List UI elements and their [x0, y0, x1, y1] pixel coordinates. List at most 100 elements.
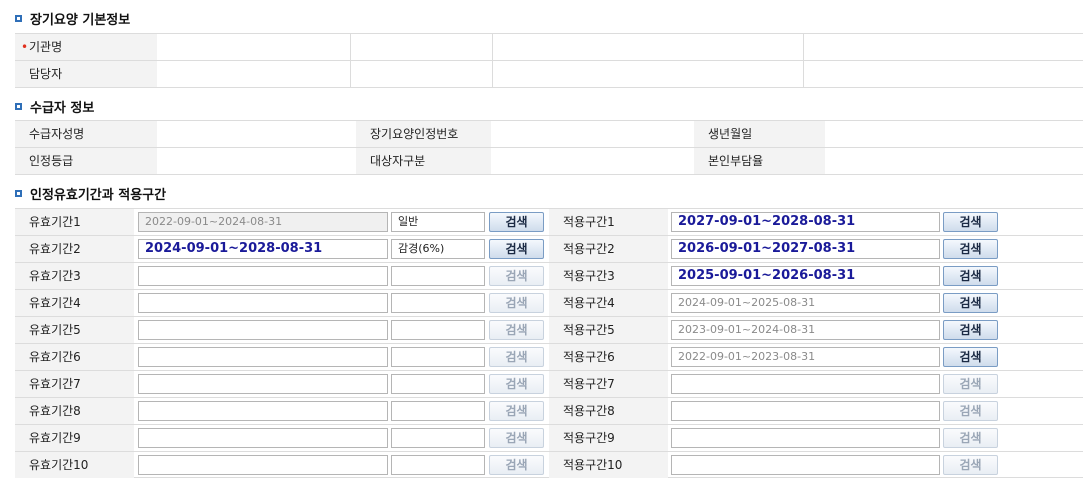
apply-label: 적용구간6	[549, 344, 668, 370]
apply-search-button[interactable]: 검색	[943, 401, 998, 421]
apply-search-button[interactable]: 검색	[943, 239, 998, 259]
apply-search-button[interactable]: 검색	[943, 347, 998, 367]
apply-value-input[interactable]	[671, 401, 940, 421]
period-search-button[interactable]: 검색	[489, 293, 544, 313]
apply-value-input[interactable]: 2026-09-01~2027-08-31	[671, 239, 940, 259]
period-search-button[interactable]: 검색	[489, 320, 544, 340]
period-value-input[interactable]: 2022-09-01~2024-08-31	[138, 212, 388, 232]
square-bullet-icon	[15, 102, 22, 110]
manager-row: 담당자	[15, 60, 1083, 88]
period-type-input[interactable]	[391, 374, 485, 394]
period-value-input[interactable]	[138, 374, 388, 394]
period-value-input[interactable]	[138, 293, 388, 313]
apply-search-button[interactable]: 검색	[943, 212, 998, 232]
period-label: 유효기간1	[15, 209, 134, 235]
name-label: 수급자성명	[29, 127, 85, 141]
period-row: 유효기간1 2022-09-01~2024-08-31 일반 검색 적용구간1 2027-…	[15, 208, 1083, 235]
apply-value-input[interactable]	[671, 428, 940, 448]
apply-label: 적용구간1	[549, 209, 668, 235]
period-value-input[interactable]: 2024-09-01~2028-08-31	[138, 239, 388, 259]
period-row: 유효기간6 검색 적용구간6 2022-09-01~2023-08-31 검색	[15, 343, 1083, 370]
section-title-text: 장기요양 기본정보	[30, 12, 131, 28]
apply-value-input[interactable]: 2027-09-01~2028-08-31	[671, 212, 940, 232]
apply-search-button[interactable]: 검색	[943, 266, 998, 286]
apply-value-input[interactable]: 2024-09-01~2025-08-31	[671, 293, 940, 313]
period-search-button[interactable]: 검색	[489, 239, 544, 259]
apply-value-input[interactable]	[671, 455, 940, 475]
period-search-button[interactable]: 검색	[489, 428, 544, 448]
apply-value-input[interactable]: 2022-09-01~2023-08-31	[671, 347, 940, 367]
apply-label: 적용구간5	[549, 317, 668, 343]
period-row: 유효기간9 검색 적용구간9 검색	[15, 424, 1083, 451]
period-type-input[interactable]	[391, 347, 485, 367]
period-type-input[interactable]	[391, 266, 485, 286]
period-search-button[interactable]: 검색	[489, 374, 544, 394]
apply-value-input[interactable]: 2025-09-01~2026-08-31	[671, 266, 940, 286]
period-type-input[interactable]	[391, 293, 485, 313]
period-type-input[interactable]	[391, 455, 485, 475]
period-label: 유효기간9	[15, 425, 134, 451]
copay-label: 본인부담율	[708, 154, 764, 168]
grade-label: 인정등급	[29, 154, 74, 168]
apply-search-button[interactable]: 검색	[943, 320, 998, 340]
period-label: 유효기간2	[15, 236, 134, 262]
apply-value-input[interactable]	[671, 374, 940, 394]
section-title-period: 인정유효기간과 적용구간	[15, 183, 166, 203]
period-row: 유효기간3 검색 적용구간3 2025-09-01~2026-08-31 검색	[15, 262, 1083, 289]
apply-value-input[interactable]: 2023-09-01~2024-08-31	[671, 320, 940, 340]
period-value-input[interactable]	[138, 455, 388, 475]
period-value-input[interactable]	[138, 428, 388, 448]
manager-label: 담당자	[29, 67, 63, 81]
period-type-input[interactable]	[391, 401, 485, 421]
recipient-row-2: 인정등급 대상자구분 본인부담율	[15, 147, 1083, 175]
period-label: 유효기간4	[15, 290, 134, 316]
required-marker: •	[21, 40, 29, 54]
apply-label: 적용구간9	[549, 425, 668, 451]
apply-label: 적용구간7	[549, 371, 668, 397]
period-label: 유효기간5	[15, 317, 134, 343]
period-label: 유효기간8	[15, 398, 134, 424]
period-search-button[interactable]: 검색	[489, 455, 544, 475]
section-title-text: 인정유효기간과 적용구간	[30, 187, 167, 203]
apply-search-button[interactable]: 검색	[943, 293, 998, 313]
square-bullet-icon	[15, 14, 22, 22]
period-search-button[interactable]: 검색	[489, 401, 544, 421]
name-label-cell: 수급자성명	[15, 121, 157, 147]
section-title-basic: 장기요양 기본정보	[15, 8, 130, 28]
period-value-input[interactable]	[138, 347, 388, 367]
apply-search-button[interactable]: 검색	[943, 428, 998, 448]
birth-label-cell: 생년월일	[694, 121, 825, 147]
agency-label: 기관명	[29, 40, 63, 54]
category-label: 대상자구분	[370, 154, 426, 168]
period-row: 유효기간5 검색 적용구간5 2023-09-01~2024-08-31 검색	[15, 316, 1083, 343]
period-row: 유효기간4 검색 적용구간4 2024-09-01~2025-08-31 검색	[15, 289, 1083, 316]
period-value-input[interactable]	[138, 266, 388, 286]
period-type-input[interactable]: 일반	[391, 212, 485, 232]
period-label: 유효기간10	[15, 452, 134, 478]
copay-label-cell: 본인부담율	[694, 148, 825, 174]
apply-label: 적용구간2	[549, 236, 668, 262]
period-type-input[interactable]	[391, 428, 485, 448]
period-value-input[interactable]	[138, 401, 388, 421]
square-bullet-icon	[15, 189, 22, 197]
period-value-input[interactable]	[138, 320, 388, 340]
apply-label: 적용구간10	[549, 452, 668, 478]
apply-search-button[interactable]: 검색	[943, 455, 998, 475]
grade-label-cell: 인정등급	[15, 148, 157, 174]
period-type-input[interactable]	[391, 320, 485, 340]
ltc-number-label-cell: 장기요양인정번호	[356, 121, 491, 147]
apply-label: 적용구간8	[549, 398, 668, 424]
manager-label-cell: 담당자	[15, 61, 157, 87]
period-search-button[interactable]: 검색	[489, 212, 544, 232]
period-row: 유효기간8 검색 적용구간8 검색	[15, 397, 1083, 424]
section-title-recipient: 수급자 정보	[15, 96, 94, 116]
section-title-text: 수급자 정보	[30, 100, 95, 116]
apply-label: 적용구간3	[549, 263, 668, 289]
period-row: 유효기간10 검색 적용구간10 검색	[15, 451, 1083, 478]
period-search-button[interactable]: 검색	[489, 266, 544, 286]
period-type-input[interactable]: 감경(6%)	[391, 239, 485, 259]
apply-search-button[interactable]: 검색	[943, 374, 998, 394]
agency-row: • 기관명	[15, 33, 1083, 60]
period-search-button[interactable]: 검색	[489, 347, 544, 367]
period-label: 유효기간6	[15, 344, 134, 370]
